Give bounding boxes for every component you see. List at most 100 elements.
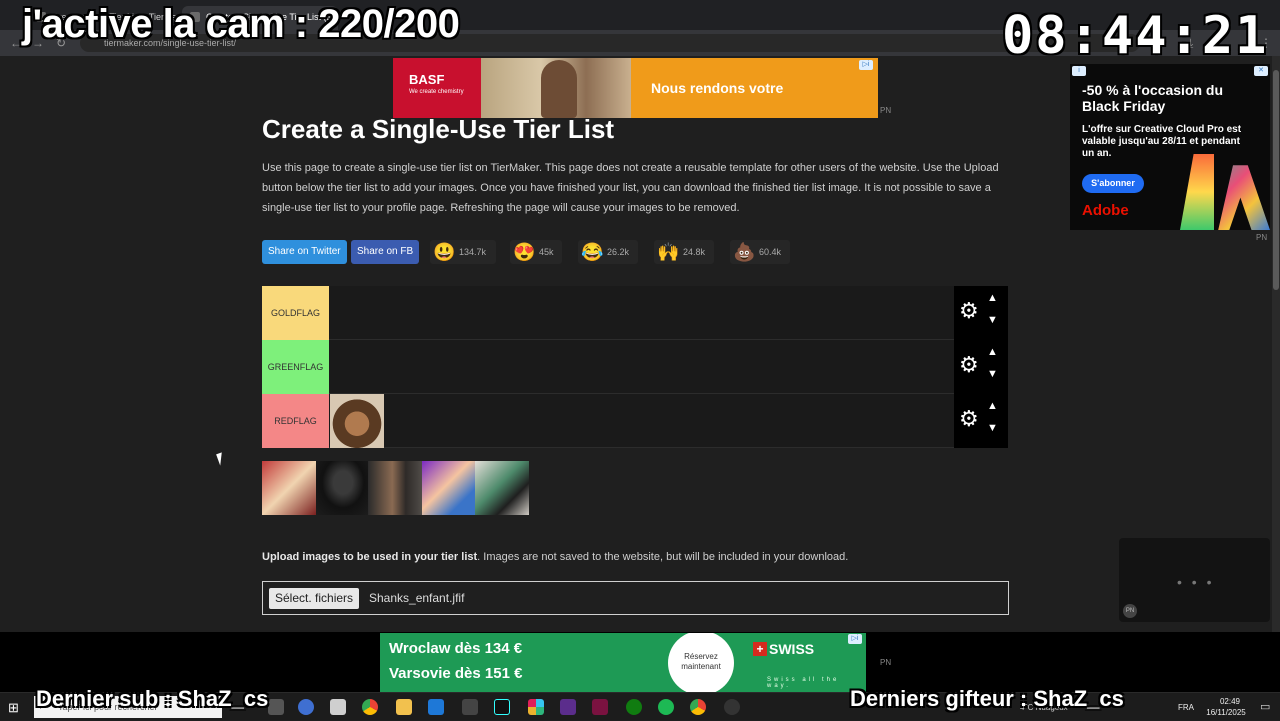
chevron-down-icon[interactable]: ▼ [987, 314, 998, 326]
upload-instructions: Upload images to be used in your tier li… [262, 551, 849, 563]
taskbar-time[interactable]: 02:49 [1210, 697, 1250, 706]
tiktok-icon[interactable] [494, 699, 510, 715]
banner-ad-adobe[interactable]: i ✕ -50 % à l'occasion du Black Friday L… [1070, 64, 1270, 230]
app-icon[interactable] [560, 699, 576, 715]
stream-overlay-goal: j'active la cam : 220/200 [22, 2, 460, 46]
banner-ad-basf[interactable]: BASF We create chemistry Nous rendons vo… [393, 58, 878, 118]
tier-controls: ⚙ ▲ ▼ [954, 394, 1008, 448]
language-indicator[interactable]: FRA [1178, 703, 1194, 712]
stream-overlay-clock: 08:44:21 [1002, 6, 1269, 66]
chevron-down-icon[interactable]: ▼ [987, 368, 998, 380]
pool-image[interactable] [368, 461, 422, 515]
scrollbar-thumb[interactable] [1273, 70, 1279, 290]
chrome-icon[interactable] [362, 699, 378, 715]
share-twitter-button[interactable]: Share on Twitter [262, 240, 347, 264]
tier-label[interactable]: REDFLAG [262, 394, 329, 448]
ad-pn-label: PN [880, 106, 892, 115]
adchoices-icon[interactable]: ▷i [859, 60, 873, 70]
tier-row-greenflag[interactable]: GREENFLAG ⚙ ▲ ▼ [262, 340, 1008, 394]
pool-image[interactable] [422, 461, 476, 515]
share-fb-button[interactable]: Share on FB [351, 240, 420, 264]
select-files-button[interactable]: Sélect. fichiers [269, 588, 360, 609]
ad-offer-line-2: Varsovie dès 151 € [389, 665, 523, 682]
ad-person-image [541, 60, 577, 118]
stream-overlay-last-gifter: Derniers gifteur : ShaZ_cs [850, 686, 1124, 711]
poop-emoji-icon: 💩 [733, 242, 756, 262]
obs-icon[interactable] [724, 699, 740, 715]
ad-artwork [1180, 154, 1214, 230]
app-icon[interactable] [592, 699, 608, 715]
tier-row-goldflag[interactable]: GOLDFLAG ⚙ ▲ ▼ [262, 286, 1008, 340]
reaction-count: 134.7k [459, 247, 487, 257]
outlook-icon[interactable] [428, 699, 444, 715]
ad-headline: -50 % à l'occasion du Black Friday [1082, 82, 1224, 114]
subscribe-button[interactable]: S'abonner [1082, 174, 1144, 193]
page-title: Create a Single-Use Tier List [262, 114, 615, 144]
tier-controls: ⚙ ▲ ▼ [954, 340, 1008, 394]
stream-overlay-last-sub: Dernier sub : ShaZ_cs [36, 686, 269, 711]
pool-image[interactable] [316, 461, 370, 515]
gear-icon[interactable]: ⚙ [959, 299, 979, 323]
notifications-icon[interactable]: ▭ [1260, 700, 1270, 713]
reaction-raised-hands[interactable]: 🙌 24.8k [654, 240, 714, 264]
heart-eyes-emoji-icon: 😍 [513, 242, 536, 262]
reaction-laugh[interactable]: 😂 26.2k [578, 240, 638, 264]
chevron-down-icon[interactable]: ▼ [987, 422, 998, 434]
ad-text: Nous rendons votre [651, 80, 784, 96]
ad-body: L'offre sur Creative Cloud Pro est valab… [1082, 124, 1242, 159]
task-view-icon[interactable] [268, 699, 284, 715]
tier-controls: ⚙ ▲ ▼ [954, 286, 1008, 340]
chevron-up-icon[interactable]: ▲ [987, 292, 998, 304]
pn-badge-icon: PN [1123, 604, 1137, 618]
webcam-placeholder: • • • PN [1119, 538, 1270, 622]
swiss-logo: SWISS [769, 641, 815, 657]
file-upload-field[interactable]: Sélect. fichiers Shanks_enfant.jfif [262, 581, 1009, 615]
laugh-emoji-icon: 😂 [581, 242, 604, 262]
gear-icon[interactable]: ⚙ [959, 407, 979, 431]
taskbar-date[interactable]: 16/11/2025 [1200, 708, 1252, 717]
image-pool [262, 461, 529, 515]
loading-dots-icon: • • • [1177, 574, 1215, 590]
chevron-up-icon[interactable]: ▲ [987, 346, 998, 358]
file-explorer-icon[interactable] [396, 699, 412, 715]
reaction-count: 45k [539, 247, 554, 257]
reaction-smile[interactable]: 😃 134.7k [430, 240, 496, 264]
basf-logo: BASF We create chemistry [393, 58, 481, 118]
tier-label[interactable]: GOLDFLAG [262, 286, 329, 340]
chrome-icon[interactable] [690, 699, 706, 715]
swiss-flag-icon: + [753, 642, 767, 656]
tier-item-image[interactable] [330, 394, 384, 448]
spotify-icon[interactable] [658, 699, 674, 715]
gear-icon[interactable]: ⚙ [959, 353, 979, 377]
pool-image[interactable] [475, 461, 529, 515]
adchoices-icon[interactable]: ▷i [848, 634, 862, 644]
slack-icon[interactable] [528, 699, 544, 715]
adobe-logo: Adobe [1082, 202, 1129, 219]
app-icon[interactable] [298, 699, 314, 715]
selected-file-name: Shanks_enfant.jfif [369, 591, 465, 605]
reaction-poop[interactable]: 💩 60.4k [730, 240, 790, 264]
tier-list: GOLDFLAG ⚙ ▲ ▼ GREENFLAG ⚙ ▲ ▼ REDFLAG ⚙… [262, 286, 1008, 448]
back-icon[interactable]: ← [10, 36, 22, 50]
reaction-count: 60.4k [759, 247, 782, 257]
book-now-button[interactable]: Réservez maintenant [668, 633, 734, 693]
raised-hands-emoji-icon: 🙌 [657, 242, 680, 262]
xbox-icon[interactable] [626, 699, 642, 715]
pool-image[interactable] [262, 461, 316, 515]
ad-pn-label: PN [1256, 233, 1268, 242]
tier-row-redflag[interactable]: REDFLAG ⚙ ▲ ▼ [262, 394, 1008, 448]
windows-start-icon[interactable]: ⊞ [8, 700, 19, 716]
ad-pn-label: PN [880, 658, 892, 667]
app-icon[interactable] [462, 699, 478, 715]
calculator-icon[interactable] [330, 699, 346, 715]
ad-offer-line-1: Wroclaw dès 134 € [389, 640, 523, 657]
page-description: Use this page to create a single-use tie… [262, 162, 999, 214]
adchoices-icon[interactable]: i [1072, 66, 1086, 76]
close-ad-icon[interactable]: ✕ [1254, 66, 1268, 76]
banner-ad-swiss[interactable]: Wroclaw dès 134 € Varsovie dès 151 € Rés… [380, 633, 866, 693]
chevron-up-icon[interactable]: ▲ [987, 400, 998, 412]
smile-emoji-icon: 😃 [433, 242, 456, 262]
tier-label[interactable]: GREENFLAG [262, 340, 329, 394]
reaction-heart-eyes[interactable]: 😍 45k [510, 240, 562, 264]
reaction-count: 24.8k [683, 247, 706, 257]
